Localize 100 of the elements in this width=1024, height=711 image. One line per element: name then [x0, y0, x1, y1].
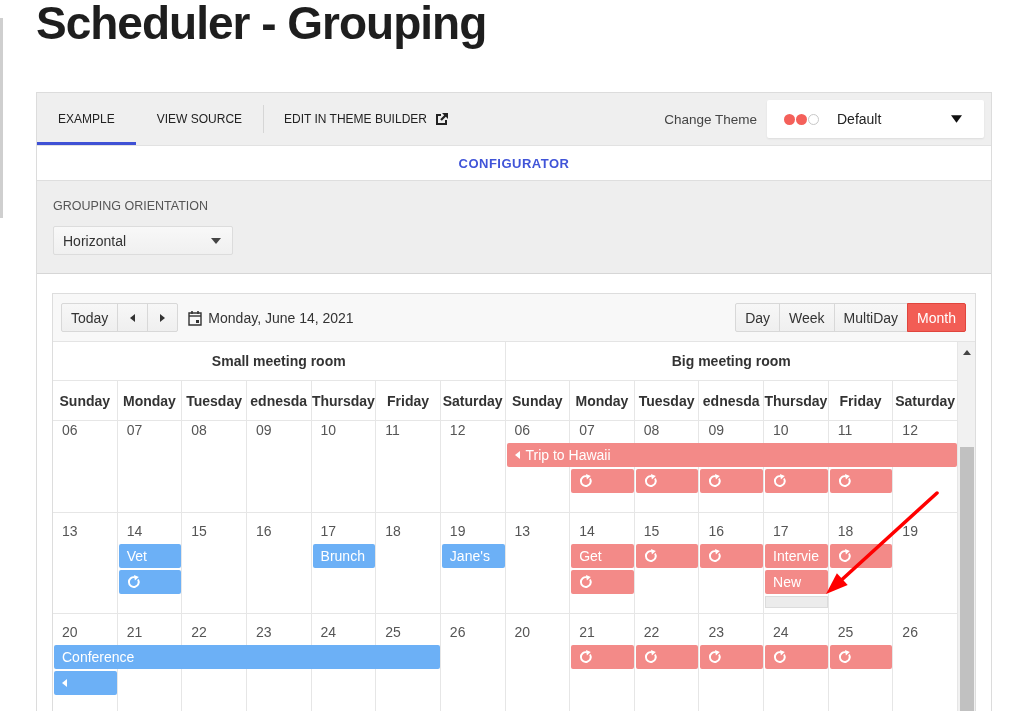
recurrence-icon	[643, 474, 658, 488]
caret-down-icon	[951, 115, 962, 123]
calendar-event[interactable]	[765, 645, 828, 669]
day-name-header: Monday	[123, 392, 176, 409]
day-name-header: Sunday	[512, 392, 563, 409]
date-number: 09	[255, 422, 272, 438]
date-number: 26	[902, 624, 918, 640]
recurrence-icon	[773, 650, 788, 664]
day-name-header: Friday	[387, 392, 430, 409]
theme-dropdown[interactable]: Default	[767, 100, 984, 138]
recurrence-icon	[708, 650, 723, 664]
link[interactable]: EDIT IN THEME BUILDER	[264, 93, 470, 145]
date-number: 25	[837, 624, 854, 640]
date-number: 08	[643, 422, 660, 438]
calendar-event[interactable]	[700, 544, 764, 568]
date-number: 08	[191, 422, 207, 438]
date-number: 24	[773, 624, 789, 640]
recurrence-icon	[643, 650, 658, 664]
date-number: 07	[579, 422, 595, 438]
previous-button[interactable]	[117, 303, 149, 332]
calendar-event[interactable]	[571, 645, 634, 669]
recurrence-icon	[773, 474, 788, 488]
date-number: 12	[902, 422, 918, 438]
date-number: 11	[385, 422, 400, 438]
calendar-event[interactable]	[571, 469, 634, 493]
calendar-event[interactable]	[700, 469, 764, 493]
date-picker-button[interactable]: Monday, June 14, 2021	[188, 309, 354, 326]
calendar-icon	[188, 309, 203, 326]
scrollbar[interactable]	[958, 342, 975, 711]
view-button[interactable]: Week	[779, 303, 835, 332]
date-number: 25	[385, 624, 401, 640]
date-number: 16	[708, 523, 724, 539]
date-number: 09	[708, 422, 724, 438]
field-label: GROUPING ORIENTATION	[53, 199, 209, 213]
date-number: 13	[514, 523, 531, 539]
day-name-header: Thursday	[764, 392, 828, 409]
date-number: 06	[62, 422, 78, 438]
day-name-header: Saturday	[895, 392, 956, 409]
day-name-header: Saturday	[442, 392, 503, 409]
date-number: 23	[708, 624, 724, 640]
view-button[interactable]: Day	[735, 303, 781, 332]
room-header: Big meeting room	[671, 353, 791, 369]
calendar-event[interactable]	[700, 645, 764, 669]
day-name-header: ednesda	[702, 392, 760, 409]
calendar-event[interactable]	[635, 544, 699, 568]
date-number: 21	[126, 624, 143, 640]
calendar-event[interactable]	[635, 469, 699, 493]
date-number: 12	[449, 422, 466, 438]
caret-left-icon	[62, 679, 67, 687]
date-number: 14	[579, 523, 595, 539]
date-number: 13	[62, 523, 78, 539]
more-events-button[interactable]	[765, 596, 828, 608]
day-name-header: Thursday	[311, 392, 375, 409]
date-number: 16	[255, 523, 272, 539]
date-number: 24	[320, 624, 337, 640]
recurrence-icon	[708, 474, 723, 488]
theme-label: Change Theme	[664, 111, 757, 127]
date-number: 26	[449, 624, 466, 640]
date-number: 21	[579, 624, 595, 640]
day-name-header: Friday	[839, 392, 882, 409]
caret-left-icon	[130, 313, 136, 322]
calendar-event[interactable]	[829, 544, 893, 568]
recurrence-icon	[579, 474, 594, 488]
day-name-header: Sunday	[59, 392, 111, 409]
date-number: 11	[837, 422, 853, 438]
date-number: 20	[62, 624, 78, 640]
next-button[interactable]	[147, 303, 179, 332]
calendar-event[interactable]	[829, 645, 893, 669]
calendar-event[interactable]	[765, 469, 828, 493]
orientation-dropdown[interactable]: Horizontal	[53, 226, 233, 255]
date-number: 06	[514, 422, 531, 438]
date-number: 17	[773, 523, 789, 539]
caret-down-icon	[211, 237, 221, 244]
day-name-header: Tuesday	[638, 392, 695, 409]
date-number: 10	[320, 422, 337, 438]
tab[interactable]: VIEW SOURCE	[135, 93, 264, 145]
recurrence-icon	[126, 575, 141, 589]
recurrence-icon	[837, 549, 852, 563]
calendar-event[interactable]	[829, 469, 893, 493]
calendar-event[interactable]	[118, 570, 182, 594]
recurrence-icon	[708, 549, 723, 563]
calendar-event[interactable]	[571, 570, 634, 594]
today-button[interactable]: Today	[61, 303, 119, 332]
scroll-up-arrow-icon[interactable]	[962, 350, 971, 355]
scrollbar-thumb[interactable]	[959, 447, 974, 711]
external-link-icon	[434, 112, 449, 126]
date-number: 18	[837, 523, 854, 539]
recurrence-icon	[837, 474, 852, 488]
date-number: 07	[126, 422, 143, 438]
date-number: 15	[643, 523, 660, 539]
day-name-header: Monday	[575, 392, 629, 409]
recurrence-icon	[643, 549, 658, 563]
date-number: 18	[385, 523, 401, 539]
date-number: 19	[902, 523, 918, 539]
view-button[interactable]: MultiDay	[833, 303, 909, 332]
day-name-header: ednesda	[250, 392, 308, 409]
room-header: Small meeting room	[211, 353, 346, 369]
calendar-event[interactable]	[635, 645, 699, 669]
date-number: 19	[449, 523, 466, 539]
date-number: 10	[773, 422, 789, 438]
